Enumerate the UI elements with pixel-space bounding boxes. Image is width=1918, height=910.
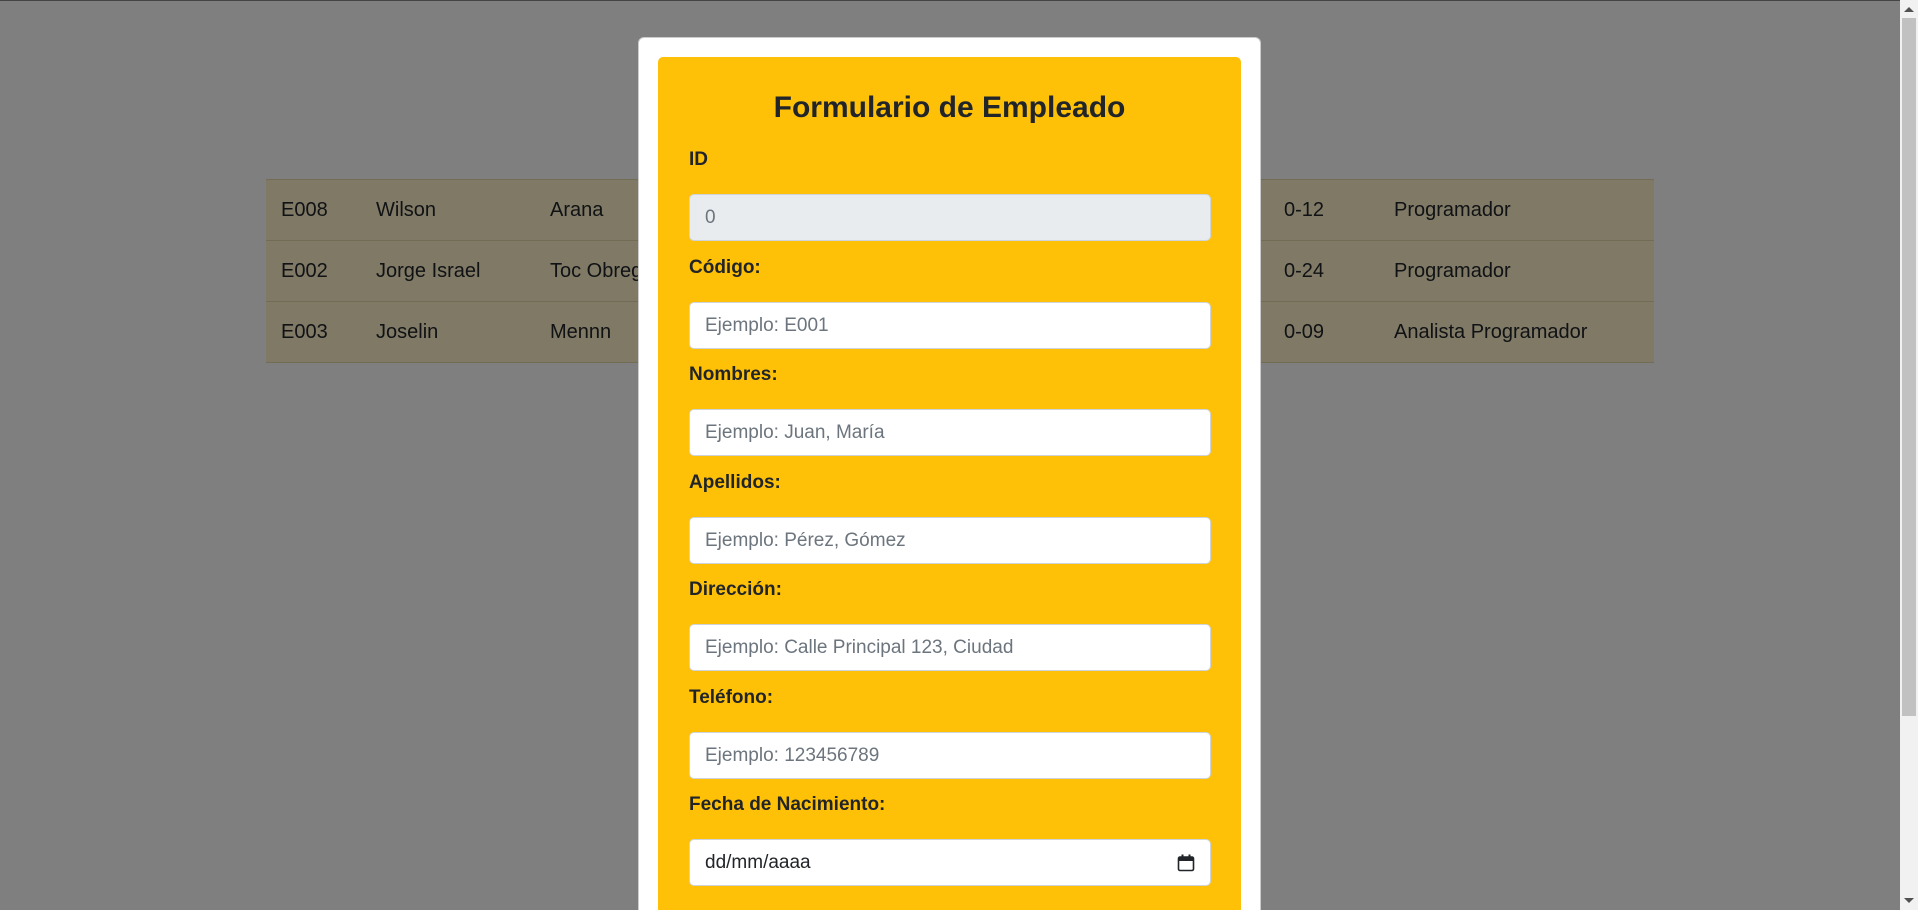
fecha-nacimiento-label: Fecha de Nacimiento: bbox=[689, 794, 886, 815]
arrow-up-icon[interactable] bbox=[1900, 1, 1918, 18]
nombres-label: Nombres: bbox=[689, 364, 778, 385]
direccion-input[interactable] bbox=[689, 624, 1211, 671]
codigo-label: Código: bbox=[689, 257, 761, 278]
nombres-input[interactable] bbox=[689, 409, 1211, 456]
telefono-input[interactable] bbox=[689, 732, 1211, 779]
calendar-icon[interactable] bbox=[1177, 854, 1195, 872]
date-format-text: dd/mm/aaaa bbox=[705, 851, 811, 873]
apellidos-input[interactable] bbox=[689, 517, 1211, 564]
scrollbar-thumb[interactable] bbox=[1902, 18, 1916, 716]
id-field[interactable] bbox=[689, 194, 1211, 241]
employee-form-modal: Formulario de Empleado ID Código: Nombre… bbox=[638, 37, 1261, 910]
apellidos-label: Apellidos: bbox=[689, 472, 781, 493]
id-label: ID bbox=[689, 149, 708, 170]
fecha-nacimiento-input[interactable]: dd/mm/aaaa bbox=[689, 839, 1211, 886]
telefono-label: Teléfono: bbox=[689, 687, 774, 708]
codigo-input[interactable] bbox=[689, 302, 1211, 349]
arrow-down-icon[interactable] bbox=[1900, 892, 1918, 909]
direccion-label: Dirección: bbox=[689, 579, 782, 600]
vertical-scrollbar[interactable] bbox=[1900, 0, 1918, 910]
form-title: Formulario de Empleado bbox=[773, 91, 1126, 124]
employee-form: Formulario de Empleado ID Código: Nombre… bbox=[658, 57, 1241, 910]
